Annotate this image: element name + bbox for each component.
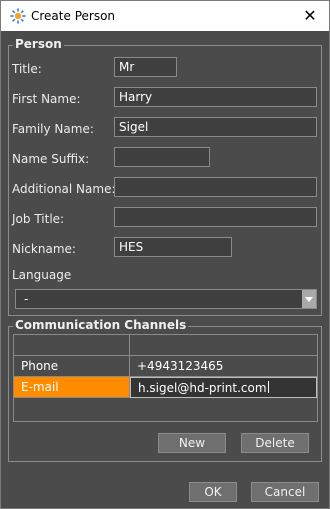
language-label: Language xyxy=(12,268,72,282)
first-name-label: First Name: xyxy=(12,92,81,106)
table-row-email[interactable]: E-mail h.sigel@hd-print.com xyxy=(14,377,317,398)
chevron-down-icon[interactable] xyxy=(302,290,316,308)
communication-channels-title: Communication Channels xyxy=(13,318,189,332)
name-suffix-label: Name Suffix: xyxy=(12,152,90,166)
title-label: Title: xyxy=(12,62,42,76)
channels-table[interactable]: Phone +4943123465 E-mail h.sigel@hd-prin… xyxy=(13,334,318,422)
name-suffix-field[interactable] xyxy=(114,147,210,167)
title-bar: Create Person ✕ xyxy=(1,1,329,31)
table-row-phone[interactable]: Phone +4943123465 xyxy=(14,356,317,377)
language-select[interactable]: - xyxy=(15,289,317,309)
delete-button[interactable]: Delete xyxy=(241,433,309,453)
ok-button[interactable]: OK xyxy=(189,482,237,502)
channel-value-cell[interactable]: +4943123465 xyxy=(130,356,317,377)
channel-value-editor[interactable]: h.sigel@hd-print.com xyxy=(130,377,317,398)
text-cursor xyxy=(267,381,269,393)
table-header-row xyxy=(14,335,317,356)
nickname-field[interactable]: HES xyxy=(114,237,232,257)
title-field[interactable]: Mr xyxy=(114,57,177,77)
additional-name-label: Additional Name: xyxy=(12,182,116,196)
nickname-label: Nickname: xyxy=(12,242,76,256)
channel-value-text: h.sigel@hd-print.com xyxy=(138,381,267,395)
channel-type-cell[interactable]: Phone xyxy=(14,356,130,377)
family-name-label: Family Name: xyxy=(12,122,94,136)
table-header-cell xyxy=(130,335,317,356)
language-value: - xyxy=(24,292,29,306)
table-header-cell xyxy=(14,335,130,356)
job-title-field[interactable] xyxy=(114,207,317,227)
cancel-button[interactable]: Cancel xyxy=(251,482,319,502)
job-title-label: Job Title: xyxy=(12,212,65,226)
first-name-field[interactable]: Harry xyxy=(114,87,317,107)
new-button[interactable]: New xyxy=(158,433,226,453)
close-button[interactable]: ✕ xyxy=(299,5,321,27)
create-person-dialog: Create Person ✕ Person Title: Mr First N… xyxy=(0,0,330,509)
window-title: Create Person xyxy=(31,9,116,23)
channel-type-cell[interactable]: E-mail xyxy=(14,377,130,398)
gear-sun-icon xyxy=(10,8,26,24)
family-name-field[interactable]: Sigel xyxy=(114,117,317,137)
person-group-title: Person xyxy=(13,37,64,51)
additional-name-field[interactable] xyxy=(114,177,317,197)
